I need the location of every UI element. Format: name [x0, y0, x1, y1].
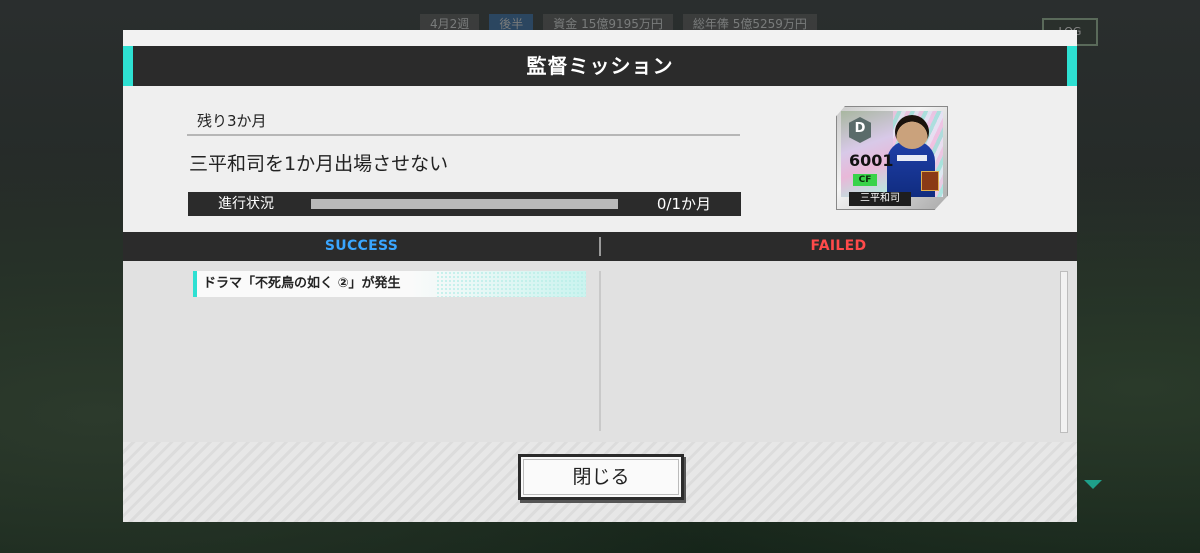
- remaining-label: 残り3か月: [197, 112, 267, 130]
- dialog-title: 監督ミッション: [526, 54, 674, 78]
- mission-info: 残り3か月 三平和司を1か月出場させない 進行状況 0/1か月 D 6001 C…: [123, 86, 1077, 232]
- success-header: SUCCESS: [324, 238, 399, 254]
- progress-bar-row: 進行状況 0/1か月: [188, 192, 741, 216]
- title-accent-right: [1067, 46, 1077, 86]
- results-body: ドラマ「不死鳥の如く ②」が発生: [123, 261, 1077, 442]
- failed-scrollbar[interactable]: [1060, 271, 1068, 433]
- progress-label: 進行状況: [218, 196, 274, 212]
- remaining-time: 残り3か月: [187, 112, 740, 136]
- position-badge: CF: [853, 174, 877, 186]
- close-button[interactable]: 閉じる: [518, 454, 684, 500]
- results-header: SUCCESS FAILED: [123, 232, 1077, 261]
- success-reward-text: ドラマ「不死鳥の如く ②」が発生: [203, 276, 401, 291]
- player-card-art: D 6001 CF: [841, 111, 943, 197]
- failed-header: FAILED: [810, 238, 867, 254]
- player-portrait: [895, 115, 929, 149]
- dialog-footer: 閉じる: [123, 442, 1077, 522]
- uniform-stripe: [897, 155, 927, 161]
- column-divider: [599, 271, 601, 431]
- progress-value: 0/1か月: [656, 195, 711, 213]
- mission-description: 三平和司を1か月出場させない: [189, 153, 449, 175]
- player-name: 三平和司: [849, 192, 911, 206]
- player-rating: 6001: [849, 151, 894, 170]
- down-arrow-icon: [1084, 480, 1102, 489]
- player-card[interactable]: D 6001 CF 三平和司: [836, 106, 948, 210]
- success-reward-item: ドラマ「不死鳥の如く ②」が発生: [193, 271, 586, 297]
- mission-dialog: 監督ミッション 残り3か月 三平和司を1か月出場させない 進行状況 0/1か月 …: [123, 30, 1077, 522]
- dialog-title-bar: 監督ミッション: [123, 46, 1077, 86]
- team-emblem-icon: [921, 171, 939, 191]
- progress-track: [311, 199, 618, 209]
- rank-badge: D: [849, 117, 871, 143]
